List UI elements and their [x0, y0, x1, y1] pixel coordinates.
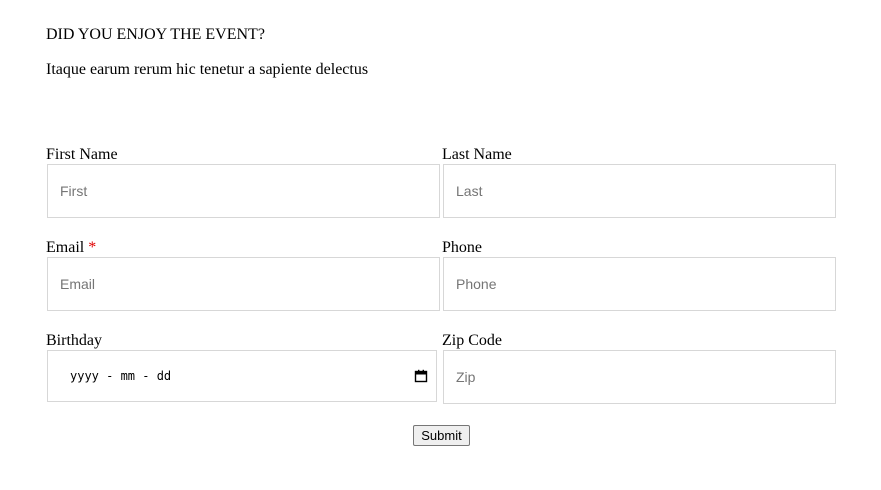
phone-label: Phone [442, 239, 482, 256]
last-name-input[interactable] [443, 164, 836, 218]
zip-input[interactable] [443, 350, 836, 404]
submit-button[interactable]: Submit [413, 425, 470, 446]
required-marker: * [88, 239, 97, 256]
first-name-label: First Name [46, 146, 118, 163]
last-name-field: Last Name [442, 146, 836, 218]
phone-field: Phone [442, 239, 836, 311]
birthday-label: Birthday [46, 332, 102, 349]
email-label: Email * [46, 239, 440, 257]
birthday-placeholder: yyyy - mm - dd [70, 369, 172, 383]
page-subtitle: Itaque earum rerum hic tenetur a sapient… [46, 61, 369, 78]
first-name-field: First Name [46, 146, 440, 218]
zip-field: Zip Code [442, 332, 836, 404]
birthday-field: Birthday yyyy - mm - dd [46, 332, 440, 402]
birthday-date-input[interactable]: yyyy - mm - dd [47, 350, 437, 402]
phone-input[interactable] [443, 257, 836, 311]
first-name-input[interactable] [47, 164, 440, 218]
calendar-icon[interactable] [414, 369, 428, 383]
zip-label: Zip Code [442, 332, 502, 349]
page-title: DID YOU ENJOY THE EVENT? [46, 26, 265, 43]
last-name-label: Last Name [442, 146, 512, 163]
email-field: Email * [46, 239, 440, 311]
email-input[interactable] [47, 257, 440, 311]
email-label-text: Email [46, 239, 85, 256]
